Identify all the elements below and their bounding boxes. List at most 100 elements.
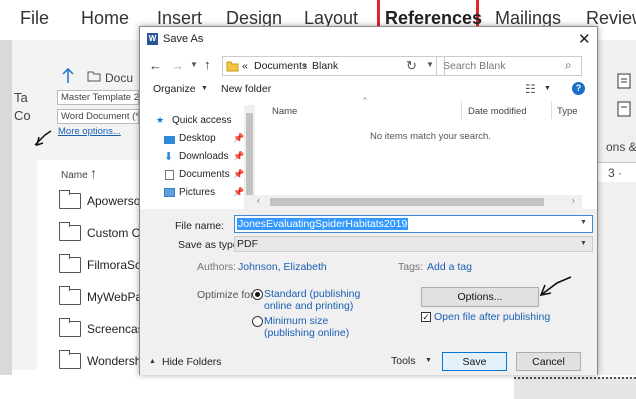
nav-desktop[interactable]: Desktop bbox=[179, 133, 216, 144]
radio-standard-label-2[interactable]: online and printing) bbox=[264, 300, 353, 312]
radio-minimum[interactable] bbox=[252, 316, 263, 327]
desktop-icon bbox=[164, 136, 175, 144]
folder-icon bbox=[59, 286, 81, 305]
search-input[interactable]: Search Blank ⌕ bbox=[436, 56, 582, 76]
forward-arrow-icon[interactable]: → bbox=[171, 58, 184, 73]
nav-downloads[interactable]: Downloads bbox=[179, 151, 228, 162]
up-arrow-icon[interactable] bbox=[61, 68, 75, 84]
annotation-arrow bbox=[539, 276, 572, 297]
ribbon-icon[interactable] bbox=[616, 72, 634, 90]
bg-item[interactable]: Wondersh bbox=[87, 354, 141, 368]
radio-standard-label-1[interactable]: Standard (publishing bbox=[264, 288, 360, 300]
save-button[interactable]: Save bbox=[442, 352, 507, 371]
chevron-up-icon[interactable]: ▲ bbox=[149, 358, 156, 365]
star-icon: ★ bbox=[156, 115, 165, 125]
word-app-icon: W bbox=[147, 33, 158, 45]
save-type-dropdown-icon[interactable]: ▼ bbox=[580, 240, 587, 247]
authors-value[interactable]: Johnson, Elizabeth bbox=[238, 261, 327, 273]
back-arrow-icon[interactable]: ← bbox=[149, 58, 162, 73]
breadcrumb-overflow[interactable]: « bbox=[242, 60, 248, 72]
nav-quick-access[interactable]: Quick access bbox=[172, 115, 231, 126]
breadcrumb-documents[interactable]: Documents bbox=[254, 60, 307, 72]
bg-item[interactable]: Apowerso bbox=[87, 194, 140, 208]
open-after-label[interactable]: Open file after publishing bbox=[434, 311, 550, 323]
open-after-checkbox[interactable]: ✓ bbox=[421, 312, 431, 322]
column-date-modified[interactable]: Date modified bbox=[468, 106, 527, 117]
bg-right-fragment: ons & bbox=[606, 140, 636, 154]
tags-value[interactable]: Add a tag bbox=[427, 261, 472, 273]
file-name-input[interactable]: JonesEvaluatingSpiderHabitats2019 ▼ bbox=[234, 215, 593, 233]
file-name-value: JonesEvaluatingSpiderHabitats2019 bbox=[237, 218, 409, 230]
tools-dropdown-icon[interactable]: ▼ bbox=[425, 357, 432, 364]
view-dropdown-icon[interactable]: ▼ bbox=[544, 85, 551, 92]
bg-item[interactable]: Custom O bbox=[87, 226, 141, 240]
save-type-label: Save as type: bbox=[178, 239, 242, 251]
bg-fragment-co: Co bbox=[14, 108, 31, 123]
right-ribbon-fragment bbox=[598, 40, 636, 375]
view-options-icon[interactable]: ☷ bbox=[525, 82, 536, 96]
breadcrumb-blank[interactable]: Blank bbox=[312, 60, 338, 72]
breadcrumb-separator-icon: › bbox=[303, 59, 307, 71]
pin-icon[interactable]: 📌 bbox=[233, 169, 244, 180]
address-dropdown-icon[interactable]: ▼ bbox=[426, 60, 434, 69]
pin-icon[interactable]: 📌 bbox=[233, 187, 244, 198]
scroll-left-icon[interactable]: ‹ bbox=[257, 196, 260, 205]
more-options-link[interactable]: More options... bbox=[58, 126, 121, 137]
column-type[interactable]: Type bbox=[557, 106, 578, 117]
backstage-edge bbox=[0, 40, 12, 375]
bg-docu-label: Docu bbox=[105, 71, 134, 85]
nav-pictures[interactable]: Pictures bbox=[179, 187, 215, 198]
column-divider[interactable] bbox=[461, 101, 462, 119]
help-icon[interactable]: ? bbox=[572, 82, 585, 95]
save-type-value: PDF bbox=[237, 238, 258, 250]
radio-minimum-label-1[interactable]: Minimum size bbox=[264, 315, 328, 327]
organize-dropdown-icon[interactable]: ▼ bbox=[201, 85, 208, 92]
scroll-thumb[interactable] bbox=[270, 198, 544, 206]
organize-menu[interactable]: Organize bbox=[153, 83, 196, 95]
folder-icon bbox=[59, 254, 81, 273]
download-icon: ⬇ bbox=[164, 151, 174, 163]
save-type-select[interactable]: PDF ▼ bbox=[234, 236, 593, 252]
cancel-button[interactable]: Cancel bbox=[516, 352, 581, 371]
options-button[interactable]: Options... bbox=[421, 287, 539, 307]
bg-item[interactable]: FilmoraScr bbox=[87, 258, 145, 272]
bg-filename-field[interactable]: Master Template 20 bbox=[57, 90, 139, 105]
radio-minimum-label-2[interactable]: (publishing online) bbox=[264, 327, 349, 339]
close-icon[interactable]: ✕ bbox=[578, 30, 591, 48]
folder-icon bbox=[59, 318, 81, 337]
nav-scroll-thumb[interactable] bbox=[246, 113, 253, 195]
file-list-pane: Name ^ Date modified Type No items match… bbox=[255, 96, 582, 209]
empty-message: No items match your search. bbox=[370, 131, 491, 142]
scroll-right-icon[interactable]: › bbox=[572, 196, 575, 205]
folder-icon bbox=[59, 350, 81, 369]
nav-documents[interactable]: Documents bbox=[179, 169, 230, 180]
search-icon: ⌕ bbox=[565, 58, 572, 72]
new-folder-button[interactable]: New folder bbox=[221, 83, 271, 95]
up-arrow-icon[interactable]: ↑ bbox=[204, 57, 211, 72]
save-as-dialog: W Save As ✕ ← → ▼ ↑ « Documents › Blank … bbox=[139, 26, 598, 375]
chevron-down-icon[interactable]: ▼ bbox=[190, 60, 198, 69]
ribbon-icon[interactable] bbox=[616, 100, 634, 118]
radio-dot bbox=[255, 292, 260, 297]
bg-filetype-field[interactable]: Word Document (*. bbox=[57, 109, 139, 124]
navigation-pane: ★ Quick access Desktop 📌 ⬇ Downloads 📌 D… bbox=[140, 105, 255, 209]
hide-folders-button[interactable]: Hide Folders bbox=[162, 356, 222, 368]
column-name[interactable]: Name bbox=[272, 106, 297, 117]
pin-icon[interactable]: 📌 bbox=[233, 133, 244, 144]
tools-menu[interactable]: Tools bbox=[391, 355, 416, 367]
radio-standard[interactable] bbox=[252, 289, 263, 300]
file-name-dropdown-icon[interactable]: ▼ bbox=[580, 219, 587, 226]
horizontal-scrollbar[interactable]: ‹ › bbox=[255, 195, 582, 209]
documents-icon bbox=[165, 170, 174, 180]
nav-scrollbar[interactable] bbox=[244, 105, 255, 209]
pin-icon[interactable]: 📌 bbox=[233, 151, 244, 162]
sort-caret-icon: ^ bbox=[363, 96, 367, 105]
save-options-area: File name: JonesEvaluatingSpiderHabitats… bbox=[140, 209, 597, 375]
refresh-icon[interactable]: ↻ bbox=[406, 58, 417, 74]
tab-home[interactable]: Home bbox=[81, 8, 129, 29]
folder-icon bbox=[87, 71, 101, 82]
column-divider[interactable] bbox=[551, 101, 552, 119]
bg-fragment-ta: Ta bbox=[14, 90, 28, 105]
tab-file[interactable]: File bbox=[20, 8, 49, 29]
ruler-number: 3 · bbox=[608, 166, 623, 180]
